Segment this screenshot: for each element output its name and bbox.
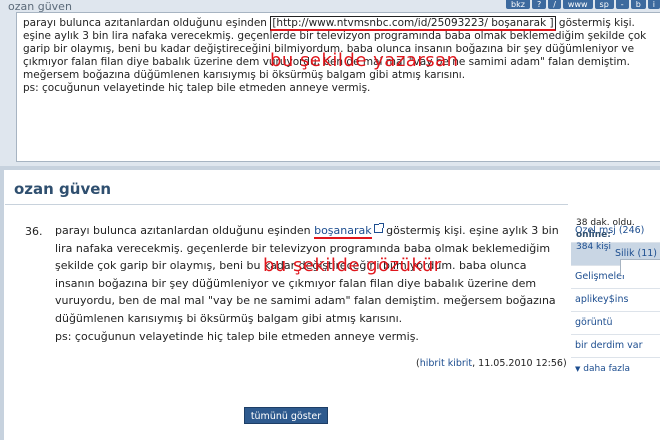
entry-author-link[interactable]: hibrit kibrit (420, 358, 472, 369)
toolbar-www-button[interactable]: www (562, 0, 593, 9)
textarea-ps: ps: çocuğunun velayetinde hiç talep bile… (23, 82, 371, 94)
entry-meta: (hibrit kibrit, 11.05.2010 12:56) (416, 358, 567, 369)
entry-date: , 11.05.2010 12:56) (472, 358, 567, 369)
sidebar-item-bir-derdim-var[interactable]: bir derdim var (571, 335, 660, 358)
url-markup: [http://www.ntvmsnbc.com/id/25093223/ bo… (270, 16, 556, 31)
external-link-icon (373, 223, 384, 233)
sidebar-item-aplikeysins[interactable]: aplikey$ins (571, 289, 660, 312)
toolbar-spoiler-button[interactable]: sp (594, 0, 614, 9)
annotation-top: bu şekilde yazarsan (270, 50, 459, 71)
sidebar-more-link[interactable]: ▼ daha fazla (571, 358, 660, 380)
show-all-button[interactable]: tümünü göster (244, 407, 328, 424)
toolbar-bkz-button[interactable]: bkz (506, 0, 530, 9)
page-title[interactable]: ozan güven (14, 180, 111, 198)
status-online-count[interactable]: 384 kişi (576, 241, 635, 253)
sidebar-status: 38 dak. oldu. online: 384 kişi (576, 217, 635, 253)
entry-body: parayı bulunca azıtanlardan olduğunu eşi… (55, 222, 560, 345)
sidebar-item-gorunt[interactable]: görüntü (571, 312, 660, 335)
title-divider (5, 204, 568, 205)
annotation-bottom: bu şekilde gözükür (263, 255, 442, 276)
entry-editor-panel: ozan güven bkz ? / www sp - b i parayı b… (0, 0, 660, 166)
status-time: 38 dak. oldu. (576, 218, 635, 228)
toolbar-italic-button[interactable]: i (647, 0, 660, 9)
entry-number: 36. (25, 225, 43, 238)
entry-textarea[interactable]: parayı bulunca azıtanlardan olduğunu eşi… (16, 12, 660, 162)
status-online-label: online: (576, 230, 611, 240)
toolbar-slash-button[interactable]: / (548, 0, 561, 9)
toolbar-question-button[interactable]: ? (531, 0, 547, 9)
window-edge (0, 170, 4, 440)
search-box-fragment[interactable] (620, 259, 660, 275)
entry-link[interactable]: boşanarak (314, 224, 372, 239)
editor-toolbar: bkz ? / www sp - b i (506, 0, 660, 9)
entry-view-window: ozan güven 36. parayı bulunca azıtanlard… (0, 166, 660, 440)
triangle-down-icon: ▼ (575, 365, 581, 373)
toolbar-dash-button[interactable]: - (615, 0, 629, 9)
entry-ps: ps: çocuğunun velayetinde hiç talep bile… (55, 329, 419, 343)
toolbar-bold-button[interactable]: b (630, 0, 646, 9)
